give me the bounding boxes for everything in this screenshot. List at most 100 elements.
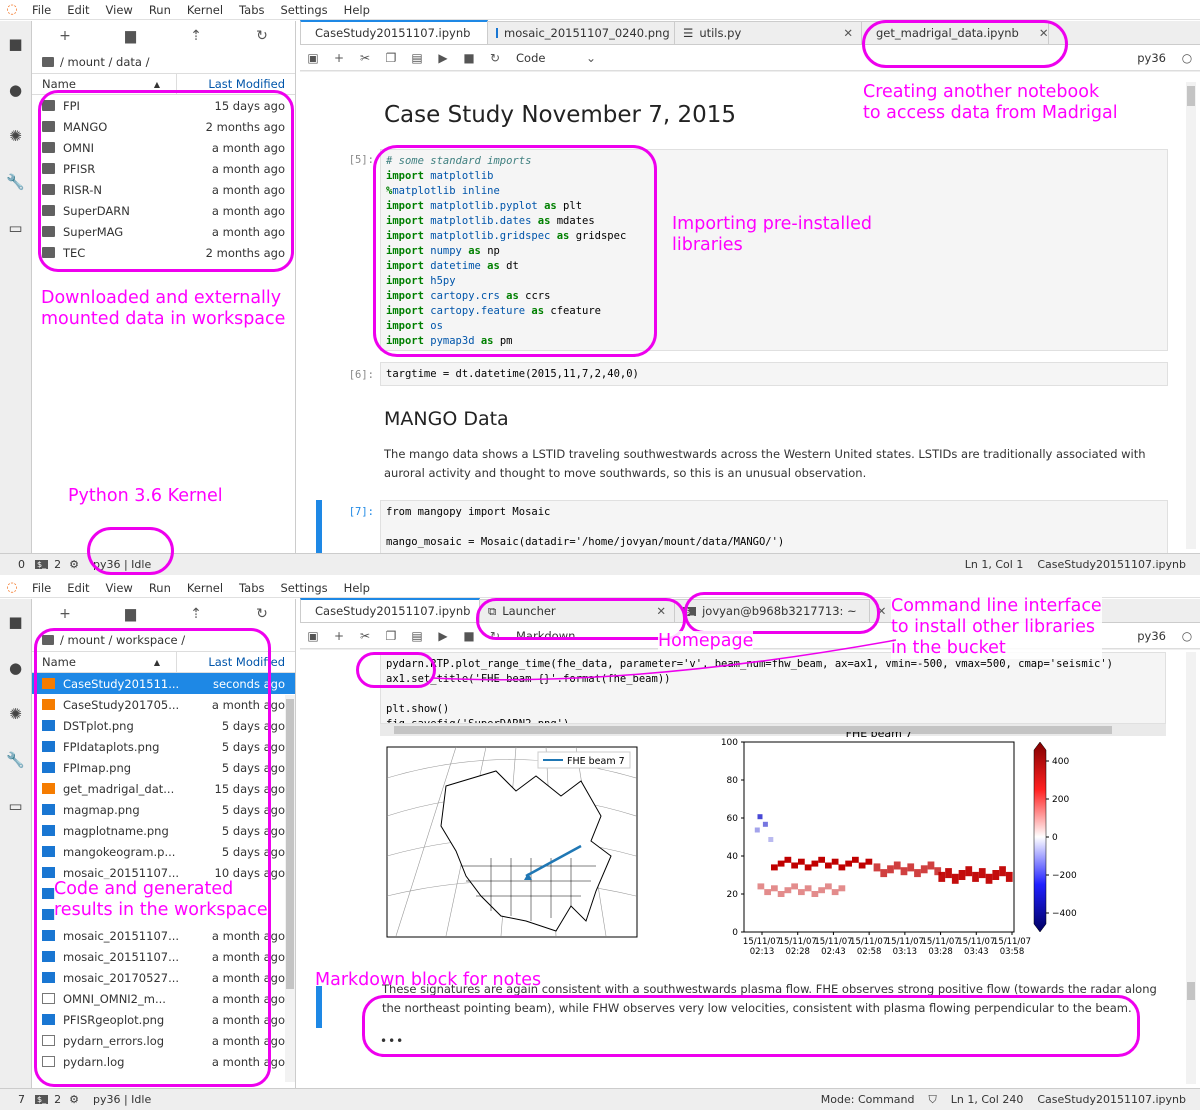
scrollbar[interactable] bbox=[1186, 82, 1196, 549]
text-file-icon: ☰ bbox=[683, 26, 694, 40]
copy-icon[interactable]: ❐ bbox=[378, 629, 404, 643]
palette-icon[interactable]: ✺ bbox=[0, 113, 31, 159]
menu-edit[interactable]: Edit bbox=[59, 3, 97, 17]
tab-casestudy[interactable]: CaseStudy20151107.ipynb✕ bbox=[300, 20, 500, 44]
heatmap-cell bbox=[804, 885, 812, 892]
cut-icon[interactable]: ✂ bbox=[352, 629, 378, 643]
tab-mosaic-png[interactable]: mosaic_20151107_0240.png✕ bbox=[487, 21, 699, 44]
cell-type-select[interactable]: Code bbox=[508, 51, 578, 65]
menu-tabs[interactable]: Tabs bbox=[231, 3, 272, 17]
kernel-name[interactable]: py36 bbox=[1137, 51, 1174, 65]
save-icon[interactable]: ▣ bbox=[300, 51, 326, 65]
x-tick-label: 03:58 bbox=[1000, 947, 1025, 957]
menu-kernel[interactable]: Kernel bbox=[179, 581, 231, 595]
tab-utils-py[interactable]: ☰ utils.py ✕ bbox=[674, 21, 862, 44]
new-launcher-icon[interactable]: + bbox=[59, 28, 71, 44]
menu-file[interactable]: File bbox=[24, 581, 59, 595]
menu-settings[interactable]: Settings bbox=[273, 3, 336, 17]
menu-view[interactable]: View bbox=[98, 581, 141, 595]
menu-kernel[interactable]: Kernel bbox=[179, 3, 231, 17]
kernel-name[interactable]: py36 bbox=[1137, 629, 1174, 643]
menu-run[interactable]: Run bbox=[141, 3, 179, 17]
colorbar bbox=[1033, 741, 1047, 933]
new-folder-icon[interactable]: ▆ bbox=[125, 606, 136, 622]
refresh-icon[interactable]: ↻ bbox=[256, 28, 268, 44]
copy-icon[interactable]: ❐ bbox=[378, 51, 404, 65]
menu-settings[interactable]: Settings bbox=[273, 581, 336, 595]
heatmap-cell bbox=[798, 858, 805, 865]
menu-edit[interactable]: Edit bbox=[59, 581, 97, 595]
new-launcher-icon[interactable]: + bbox=[59, 606, 71, 622]
heatmap-cell bbox=[811, 860, 819, 867]
running-icon[interactable]: ● bbox=[0, 67, 31, 113]
menu-view[interactable]: View bbox=[98, 3, 141, 17]
scrollbar[interactable] bbox=[285, 695, 295, 1082]
x-tick-label: 15/11/07 bbox=[957, 937, 995, 947]
new-folder-icon[interactable]: ▆ bbox=[125, 28, 136, 44]
save-icon[interactable]: ▣ bbox=[300, 629, 326, 643]
close-icon[interactable]: ✕ bbox=[829, 26, 853, 40]
code-editor[interactable]: from mangopy import Mosaic mango_mosaic … bbox=[380, 500, 1168, 553]
code-cell-targtime[interactable]: targtime = dt.datetime(2015,11,7,2,40,0) bbox=[300, 362, 1168, 386]
heatmap-cell bbox=[777, 891, 785, 897]
scrollbar-thumb[interactable] bbox=[1187, 86, 1195, 106]
menu-run[interactable]: Run bbox=[141, 581, 179, 595]
tabs-icon[interactable]: ▭ bbox=[0, 205, 31, 251]
heatmap-cell bbox=[972, 871, 979, 882]
cut-icon[interactable]: ✂ bbox=[352, 51, 378, 65]
status-count: 7 bbox=[18, 1093, 25, 1106]
tab-casestudy[interactable]: CaseStudy20151107.ipynb✕ bbox=[300, 598, 500, 622]
heatmap-cell bbox=[831, 889, 839, 896]
folder-icon[interactable]: ■ bbox=[0, 21, 31, 67]
wrench-icon[interactable]: 🔧 bbox=[0, 737, 31, 783]
upload-icon[interactable]: ⇡ bbox=[190, 28, 202, 44]
heatmap-cell bbox=[900, 867, 908, 876]
heatmap-cell bbox=[999, 866, 1006, 877]
modified-column-header[interactable]: Last Modified bbox=[177, 77, 295, 91]
chevron-down-icon[interactable]: ⌄ bbox=[578, 51, 604, 65]
breadcrumb-path[interactable]: / mount / data / bbox=[60, 55, 149, 69]
heatmap-cell bbox=[784, 856, 792, 863]
wrench-icon[interactable]: 🔧 bbox=[0, 159, 31, 205]
highlight-ring bbox=[34, 628, 271, 1087]
menu-file[interactable]: File bbox=[24, 3, 59, 17]
heatmap-cell bbox=[865, 858, 873, 865]
heatmap-cell bbox=[771, 885, 778, 892]
scrollbar-thumb[interactable] bbox=[1187, 982, 1195, 1000]
folder-icon[interactable]: ■ bbox=[0, 599, 31, 645]
add-cell-icon[interactable]: + bbox=[326, 51, 352, 65]
scrollbar-thumb[interactable] bbox=[286, 699, 294, 989]
heatmap-cell bbox=[831, 858, 839, 865]
stop-icon[interactable]: ■ bbox=[456, 51, 482, 65]
paste-icon[interactable]: ▤ bbox=[404, 51, 430, 65]
paste-icon[interactable]: ▤ bbox=[404, 629, 430, 643]
tab-label: CaseStudy20151107.ipynb bbox=[315, 604, 471, 618]
palette-icon[interactable]: ✺ bbox=[0, 691, 31, 737]
heatmap-cell bbox=[887, 865, 894, 874]
name-column-header[interactable]: Name bbox=[42, 77, 76, 91]
run-icon[interactable]: ▶ bbox=[430, 51, 456, 65]
kernel-icon: ⚙ bbox=[69, 558, 79, 571]
refresh-icon[interactable]: ↻ bbox=[256, 606, 268, 622]
restart-icon[interactable]: ↻ bbox=[482, 51, 508, 65]
heatmap-cell bbox=[791, 883, 798, 890]
code-cell-mango[interactable]: from mangopy import Mosaic mango_mosaic … bbox=[300, 500, 1168, 553]
breadcrumb[interactable]: / mount / data / bbox=[32, 51, 295, 73]
kernel-status[interactable]: py36 | Idle bbox=[93, 1093, 151, 1106]
menu-tabs[interactable]: Tabs bbox=[231, 581, 272, 595]
highlight-ring bbox=[684, 592, 880, 634]
upload-icon[interactable]: ⇡ bbox=[190, 606, 202, 622]
code-editor[interactable]: targtime = dt.datetime(2015,11,7,2,40,0) bbox=[380, 362, 1168, 386]
legend-label: FHE beam 7 bbox=[567, 756, 625, 767]
tabs-icon[interactable]: ▭ bbox=[0, 783, 31, 829]
running-icon[interactable]: ● bbox=[0, 645, 31, 691]
menu-help[interactable]: Help bbox=[336, 3, 378, 17]
highlight-ring bbox=[362, 995, 1140, 1057]
heatmap-cell bbox=[838, 885, 846, 892]
scrollbar[interactable] bbox=[1186, 652, 1196, 1084]
add-cell-icon[interactable]: + bbox=[326, 629, 352, 643]
y-tick-label: 80 bbox=[727, 776, 739, 786]
menu-help[interactable]: Help bbox=[336, 581, 378, 595]
heatmap-cell bbox=[893, 861, 901, 870]
x-tick-label: 15/11/07 bbox=[850, 937, 888, 947]
